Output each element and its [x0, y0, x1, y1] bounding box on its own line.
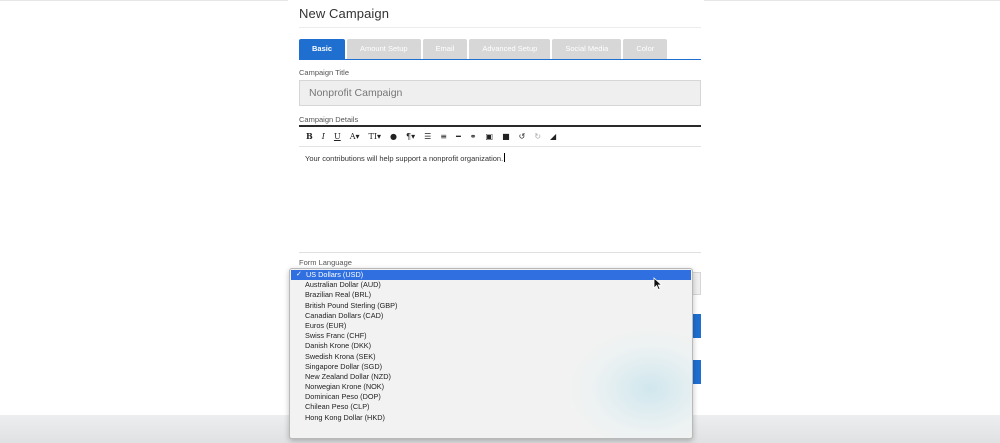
editor-bottom-border — [299, 252, 701, 253]
unordered-list-icon[interactable]: ≡ — [440, 128, 447, 145]
horizontal-rule-icon[interactable]: ━ — [456, 128, 461, 145]
tab-advanced-setup[interactable]: Advanced Setup — [469, 39, 551, 59]
tab-color[interactable]: Color — [623, 39, 668, 59]
redo-icon[interactable]: ↻ — [534, 128, 541, 145]
link-icon[interactable]: ⚭ — [470, 128, 477, 145]
currency-option-clp[interactable]: Chilean Peso (CLP) — [290, 402, 692, 412]
campaign-title-label: Campaign Title — [299, 68, 350, 77]
color-icon[interactable]: ● — [390, 128, 397, 145]
text-caret — [504, 153, 506, 162]
tab-social-media[interactable]: Social Media — [552, 39, 622, 59]
currency-option-usd[interactable]: ✓ US Dollars (USD) — [291, 270, 691, 281]
paragraph-icon[interactable]: ¶▾ — [406, 128, 415, 145]
currency-option-hkd[interactable]: Hong Kong Dollar (HKD) — [290, 413, 692, 423]
currency-dropdown-list[interactable]: ✓ US Dollars (USD) Australian Dollar (AUD… — [289, 268, 693, 439]
editor-toolbar: B I U A▾ TI▾ ● ¶▾ ☰ ≡ ━ ⚭ ▣ ■ ↺ ↻ ◢ — [299, 128, 701, 145]
tab-basic[interactable]: Basic — [299, 39, 346, 59]
currency-option-gbp[interactable]: British Pound Sterling (GBP) — [290, 301, 692, 311]
editor-text: Your contributions will help support a n… — [305, 154, 504, 163]
checkmark-icon: ✓ — [296, 271, 302, 278]
tab-underline — [299, 59, 701, 60]
form-language-label: Form Language — [299, 258, 352, 267]
eraser-icon[interactable]: ◢ — [550, 128, 556, 145]
secondary-button-partial[interactable] — [692, 360, 701, 384]
currency-option-dkk[interactable]: Danish Krone (DKK) — [290, 341, 692, 351]
tab-amount-setup[interactable]: Amount Setup — [347, 39, 421, 59]
tab-bar: Basic Amount Setup Email Advanced Setup … — [299, 39, 668, 59]
image-icon[interactable]: ▣ — [486, 128, 494, 145]
campaign-details-label: Campaign Details — [299, 115, 359, 124]
currency-option-eur[interactable]: Euros (EUR) — [290, 321, 692, 331]
undo-icon[interactable]: ↺ — [519, 128, 526, 145]
page-title: New Campaign — [299, 6, 390, 21]
underline-icon[interactable]: U — [334, 128, 341, 145]
editor-top-border — [299, 125, 701, 127]
campaign-title-input[interactable]: Nonprofit Campaign — [299, 80, 701, 106]
ordered-list-icon[interactable]: ☰ — [424, 128, 431, 145]
title-divider — [299, 27, 701, 28]
currency-option-brl[interactable]: Brazilian Real (BRL) — [290, 290, 692, 300]
currency-option-cad[interactable]: Canadian Dollars (CAD) — [290, 311, 692, 321]
currency-option-chf[interactable]: Swiss Franc (CHF) — [290, 331, 692, 341]
currency-option-nok[interactable]: Norwegian Krone (NOK) — [290, 382, 692, 392]
currency-option-sgd[interactable]: Singapore Dollar (SGD) — [290, 362, 692, 372]
currency-option-sek[interactable]: Swedish Krona (SEK) — [290, 352, 692, 362]
italic-icon[interactable]: I — [322, 128, 325, 145]
mouse-pointer-icon — [653, 277, 663, 291]
currency-option-dop[interactable]: Dominican Peso (DOP) — [290, 392, 692, 402]
bold-icon[interactable]: B — [306, 128, 313, 145]
text-height-icon[interactable]: TI▾ — [368, 128, 381, 145]
currency-option-aud[interactable]: Australian Dollar (AUD) — [290, 280, 692, 290]
currency-option-nzd[interactable]: New Zealand Dollar (NZD) — [290, 372, 692, 382]
primary-button-partial[interactable] — [692, 314, 701, 338]
campaign-details-editor[interactable]: Your contributions will help support a n… — [299, 147, 701, 252]
tab-email[interactable]: Email — [422, 39, 468, 59]
font-size-icon[interactable]: A▾ — [350, 128, 360, 145]
video-icon[interactable]: ■ — [502, 128, 510, 145]
